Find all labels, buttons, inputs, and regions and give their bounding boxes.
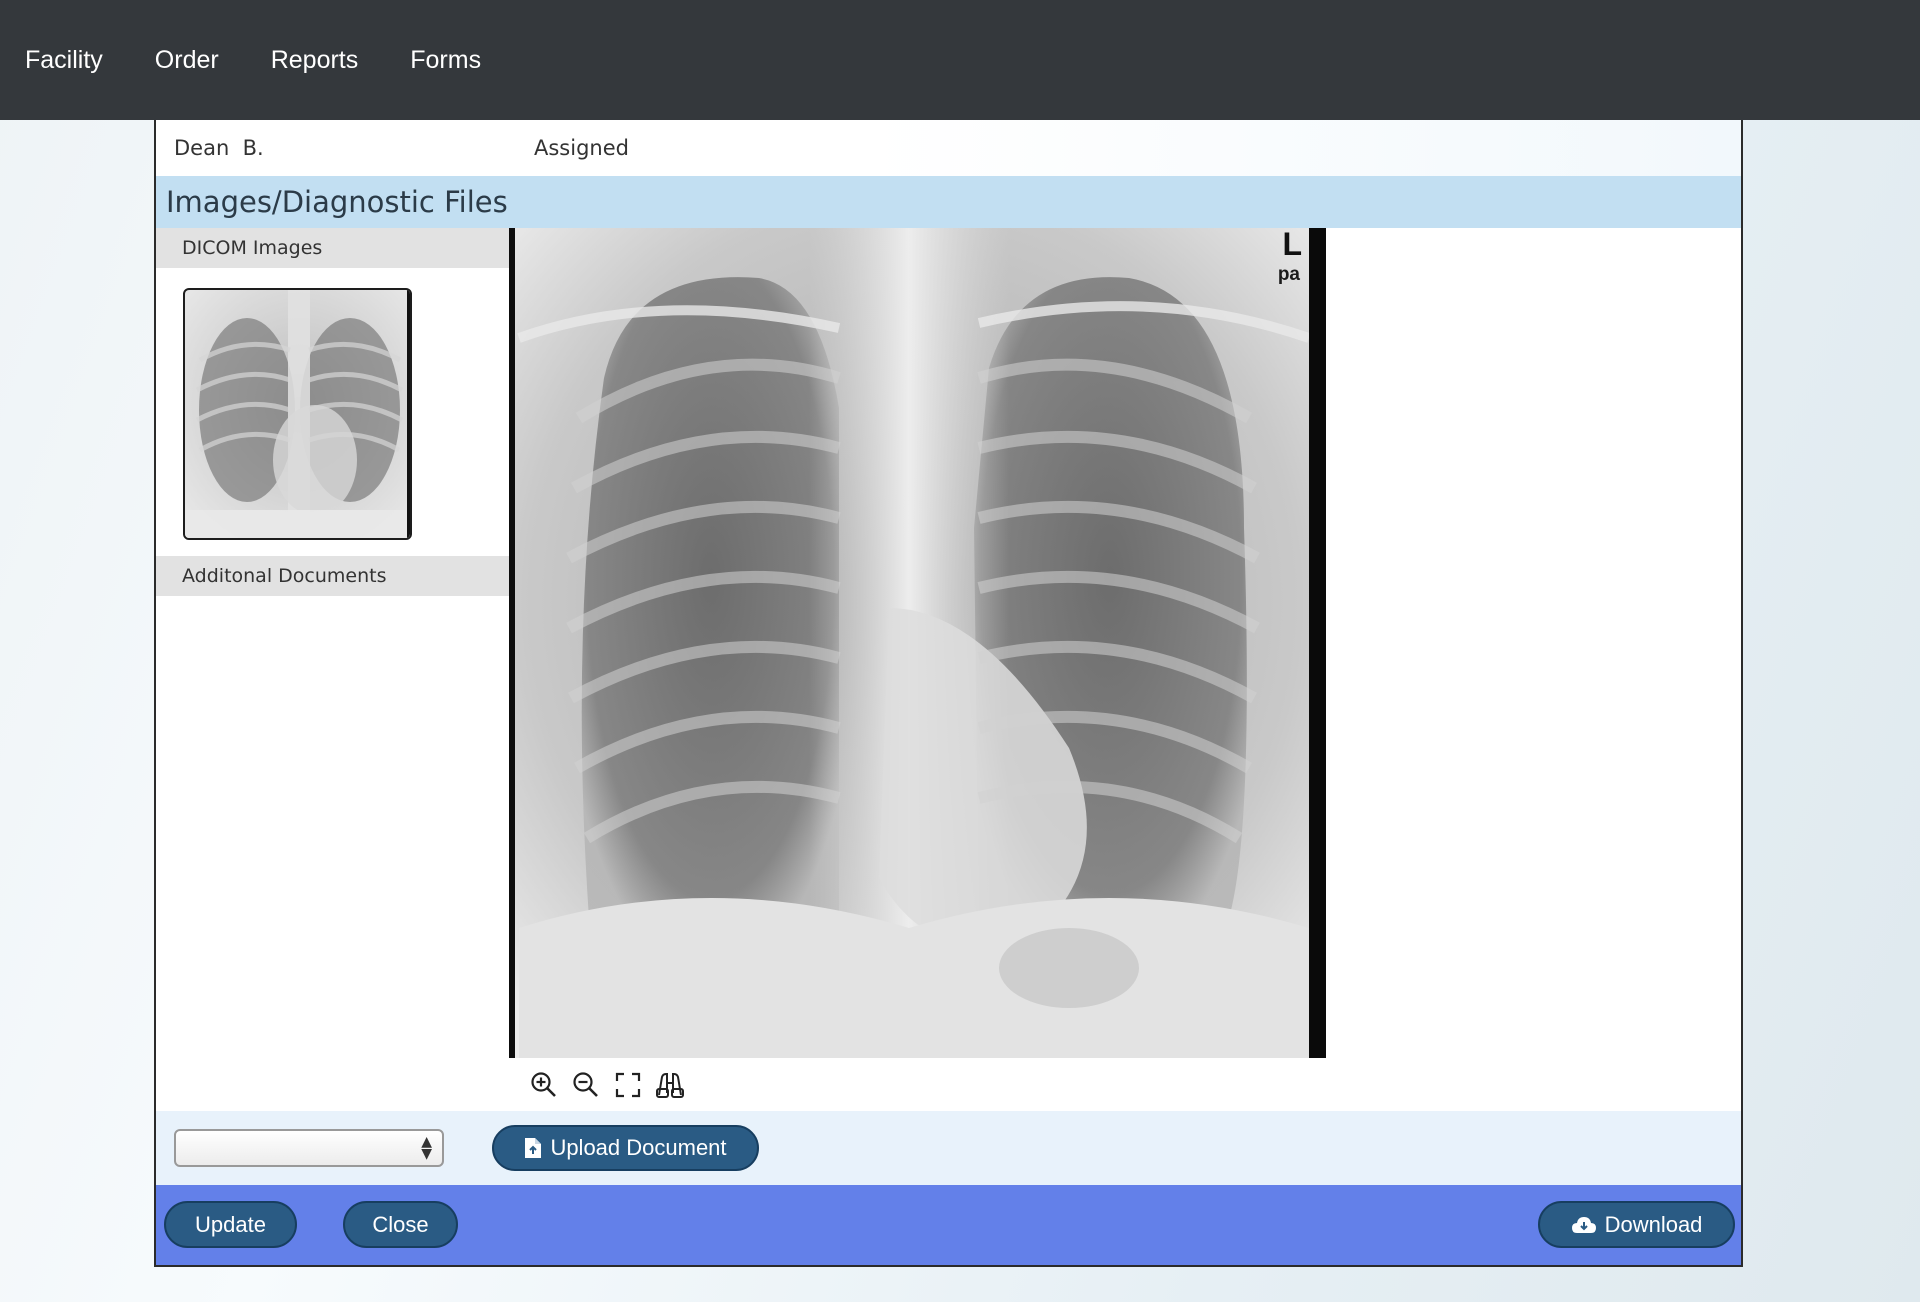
dicom-images-heading: DICOM Images (156, 228, 509, 268)
additional-documents-heading: Additonal Documents (156, 556, 509, 596)
close-label: Close (372, 1211, 429, 1237)
dicom-thumbnail[interactable] (183, 288, 412, 540)
record-info-row: Dean B. Assigned (156, 120, 1741, 176)
laterality-marker: L (1282, 228, 1302, 262)
action-footer: Update Close Download (156, 1185, 1741, 1265)
xray-thumbnail-image (185, 290, 410, 538)
binoculars-button[interactable] (655, 1070, 685, 1100)
view-marker: pa (1277, 264, 1300, 285)
upload-document-label: Upload Document (550, 1135, 727, 1160)
nav-facility[interactable]: Facility (25, 46, 103, 75)
diagnostic-files-panel: Dean B. Assigned Images/Diagnostic Files… (154, 120, 1743, 1267)
cloud-download-icon (1571, 1216, 1596, 1233)
file-sidebar: DICOM Images Additonal Documents (156, 228, 509, 1111)
fullscreen-icon (615, 1072, 641, 1097)
dicom-image-viewer[interactable]: L pa (509, 228, 1326, 1058)
top-navigation: Facility Order Reports Forms (0, 0, 1920, 120)
document-type-select[interactable]: ▲ ▼ (174, 1129, 444, 1167)
nav-reports[interactable]: Reports (271, 46, 359, 75)
nav-forms[interactable]: Forms (410, 46, 481, 75)
select-arrows-icon: ▲ ▼ (421, 1134, 432, 1162)
download-label: Download (1604, 1211, 1703, 1237)
zoom-in-icon (531, 1071, 556, 1097)
fullscreen-button[interactable] (613, 1070, 643, 1100)
upload-document-button[interactable]: Upload Document (492, 1125, 759, 1171)
file-upload-icon (525, 1138, 542, 1158)
zoom-in-button[interactable] (529, 1070, 559, 1100)
nav-order[interactable]: Order (155, 46, 219, 75)
viewer-toolbar (509, 1058, 1326, 1111)
upload-row: ▲ ▼ Upload Document (156, 1111, 1741, 1185)
download-button[interactable]: Download (1538, 1201, 1735, 1248)
binoculars-icon (656, 1072, 684, 1098)
xray-image (515, 228, 1326, 1058)
record-status: Assigned (534, 136, 629, 160)
patient-name: Dean B. (174, 136, 264, 160)
update-label: Update (195, 1211, 266, 1237)
zoom-out-icon (573, 1071, 598, 1097)
content-area: DICOM Images Additonal Documents L pa (156, 228, 1741, 1111)
dicom-thumbnail-list (156, 268, 509, 556)
zoom-out-button[interactable] (571, 1070, 601, 1100)
close-button[interactable]: Close (343, 1201, 458, 1248)
section-title: Images/Diagnostic Files (156, 176, 1741, 228)
update-button[interactable]: Update (164, 1201, 297, 1248)
